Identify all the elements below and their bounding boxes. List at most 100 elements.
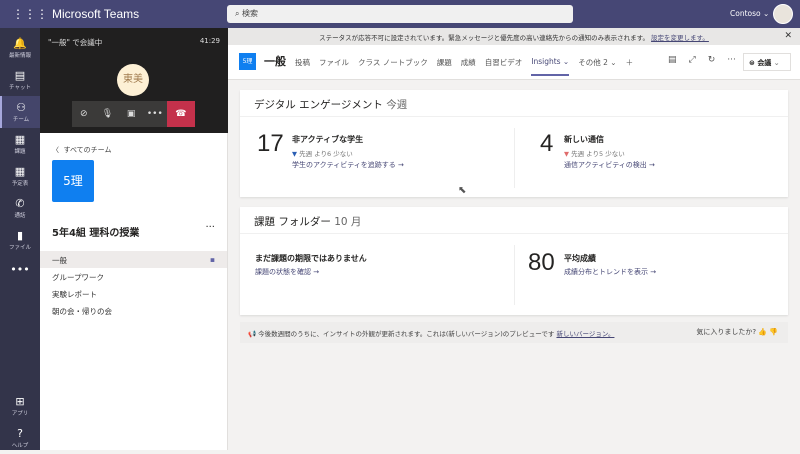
more-options-icon[interactable]: ···	[727, 55, 736, 65]
call-timer: 41:29	[199, 37, 220, 45]
meeting-video-icon: ▪	[209, 255, 215, 264]
org-switcher[interactable]: Contoso ⌄	[730, 9, 769, 18]
rail-label: チーム	[12, 117, 30, 123]
inactive-trend: ▼ 先週 より6 少ない	[292, 150, 353, 158]
inactive-students-label: 非アクティブな学生	[292, 135, 364, 144]
card-title: デジタル エンゲージメント 今週	[240, 90, 788, 117]
calendar-icon: ▦	[14, 165, 26, 178]
assignments-icon: ▦	[14, 133, 26, 146]
engagement-card: デジタル エンゲージメント 今週 17 非アクティブな学生 ▼ 先週 より6 少…	[240, 90, 788, 197]
tab-6[interactable]: Insights ⌄	[531, 57, 570, 76]
share-screen-icon[interactable]: ▣	[119, 101, 143, 127]
call-window: "一般" で会議中 41:29 東美 ⊘ 🎙 ▣ ••• ☎	[40, 28, 228, 133]
app-rail: 🔔 最新情報 ▤ チャット ⚇ チーム ▦ 課題 ▦ 予定表 ✆ 通話 ▮ ファイル ••• ⊞ アプリ? ヘルプ	[0, 28, 40, 450]
search-icon: ⌕	[235, 9, 243, 18]
no-due-label: まだ課題の期限ではありません	[255, 254, 367, 263]
track-activity-link[interactable]: 学生のアクティビティを追跡する →	[292, 160, 404, 170]
channel-header: 5理 一般 投稿 ファイル クラス ノートブック 課題 成績 自習ビデオ Insights …	[228, 45, 800, 80]
rail-item-phone[interactable]: ✆ 通話	[0, 192, 40, 224]
team-more-icon[interactable]: ···	[205, 222, 215, 233]
team-name: 5年4組 理科の授業	[52, 228, 140, 239]
rail-item-teams[interactable]: ⚇ チーム	[0, 96, 40, 128]
rail-item-assignments[interactable]: ▦ 課題	[0, 128, 40, 160]
tab-2[interactable]: クラス ノートブック	[358, 57, 428, 76]
apps-icon: ⊞	[15, 395, 25, 408]
rail-item-file[interactable]: ▮ ファイル	[0, 224, 40, 256]
rail-item-help[interactable]: ? ヘルプ	[0, 422, 40, 454]
main-area: ステータスが応答不可に設定されています。緊急メッセージと優先度の高い連絡先からの…	[228, 28, 800, 450]
assignments-card: 課題 フォルダー 10 月 まだ課題の期限ではありません 課題の状態を確認 → …	[240, 207, 788, 315]
rail-item-calendar[interactable]: ▦ 予定表	[0, 160, 40, 192]
search-input[interactable]: ⌕ 検索	[227, 5, 573, 23]
back-label: すべてのチーム	[63, 146, 112, 154]
megaphone-icon: 📢	[248, 330, 259, 338]
tab-3[interactable]: 課題	[437, 57, 452, 76]
channel-item[interactable]: 朝の会・帰りの会	[40, 302, 227, 319]
rail-label: ファイル	[8, 245, 31, 251]
communication-activity-link[interactable]: 通信アクティビティの検出 →	[564, 160, 655, 170]
bell-icon: 🔔	[13, 37, 27, 50]
inactive-students-value: 17	[257, 130, 284, 157]
banner-text: ステータスが応答不可に設定されています。緊急メッセージと優先度の高い連絡先からの…	[319, 34, 649, 42]
rail-label: 最新情報	[8, 53, 31, 59]
new-version-link[interactable]: 新しいバージョン。	[556, 330, 614, 338]
channel-item[interactable]: 一般 ▪	[40, 251, 227, 268]
title-bar: ⋮⋮⋮ Microsoft Teams ⌕ 検索 Contoso ⌄	[0, 0, 800, 28]
feedback-question: 気に入りましたか?	[696, 328, 757, 336]
divider	[514, 128, 515, 188]
channel-name: 一般	[264, 55, 286, 68]
thumbs-up-icon[interactable]: 👍	[758, 328, 767, 336]
grade-trends-link[interactable]: 成績分布とトレンドを表示 →	[564, 267, 656, 277]
search-placeholder: 検索	[242, 9, 259, 18]
expand-icon[interactable]: ⤢	[689, 55, 696, 65]
rail-item-more[interactable]: •••	[0, 258, 40, 290]
app-launcher-icon[interactable]: ⋮⋮⋮	[12, 7, 48, 21]
thumbs-down-icon[interactable]: 👎	[769, 328, 778, 336]
check-assignments-link[interactable]: 課題の状態を確認 →	[255, 267, 319, 277]
tab-8[interactable]: ＋	[626, 57, 634, 76]
communications-label: 新しい通信	[564, 135, 604, 144]
teams-icon: ⚇	[16, 101, 26, 114]
help-icon: ?	[17, 427, 23, 440]
refresh-icon[interactable]: ↻	[708, 55, 716, 65]
conversation-icon[interactable]: ▤	[668, 55, 677, 65]
rail-label: チャット	[9, 85, 31, 91]
tab-7[interactable]: その他 2 ⌄	[578, 57, 616, 76]
average-grade-label: 平均成績	[564, 254, 596, 263]
rail-label: 通話	[14, 213, 26, 219]
more-icon: •••	[10, 263, 30, 276]
mic-icon[interactable]: 🎙	[96, 101, 120, 127]
rail-item-chat[interactable]: ▤ チャット	[0, 64, 40, 96]
banner-link[interactable]: 設定を変更します。	[651, 34, 709, 42]
meet-button[interactable]: ⊜ 会議 ⌄	[743, 53, 791, 71]
user-avatar[interactable]	[773, 4, 793, 24]
file-icon: ▮	[16, 229, 24, 242]
rail-item-bell[interactable]: 🔔 最新情報	[0, 32, 40, 64]
channel-label: 一般	[52, 256, 67, 265]
participant-avatar: 東美	[117, 64, 149, 96]
rail-label: 課題	[14, 149, 26, 155]
channel-item[interactable]: グループワーク	[40, 268, 227, 285]
tab-4[interactable]: 成績	[461, 57, 476, 76]
tab-5[interactable]: 自習ビデオ	[485, 57, 523, 76]
divider	[514, 245, 515, 305]
feedback-bar: 📢 今後数週間のうちに、インサイトの外観が更新されます。これは(新しいバージョン…	[240, 322, 788, 343]
meet-label: 会議	[757, 59, 772, 67]
rail-label: ヘルプ	[11, 443, 29, 449]
channel-item[interactable]: 実験レポート	[40, 285, 227, 302]
tab-1[interactable]: ファイル	[319, 57, 349, 76]
call-controls: ⊘ 🎙 ▣ ••• ☎	[72, 101, 196, 127]
chevron-down-icon[interactable]: ⌄	[774, 59, 780, 67]
camera-off-icon[interactable]: ⊘	[72, 101, 96, 127]
rail-item-apps[interactable]: ⊞ アプリ	[0, 390, 40, 422]
average-grade-value: 80	[528, 249, 555, 276]
rail-label: 予定表	[11, 181, 29, 187]
close-icon[interactable]: ✕	[784, 31, 792, 41]
team-panel: 〈 すべてのチーム 5理 5年4組 理科の授業 ··· 一般 ▪ グループワーク …	[40, 133, 228, 450]
team-tile: 5理	[52, 160, 94, 202]
tab-0[interactable]: 投稿	[295, 57, 310, 76]
hang-up-button[interactable]: ☎	[166, 101, 196, 127]
more-icon[interactable]: •••	[143, 101, 167, 127]
card-title: 課題 フォルダー 10 月	[240, 207, 788, 234]
back-to-all-teams[interactable]: 〈 すべてのチーム	[52, 145, 111, 155]
